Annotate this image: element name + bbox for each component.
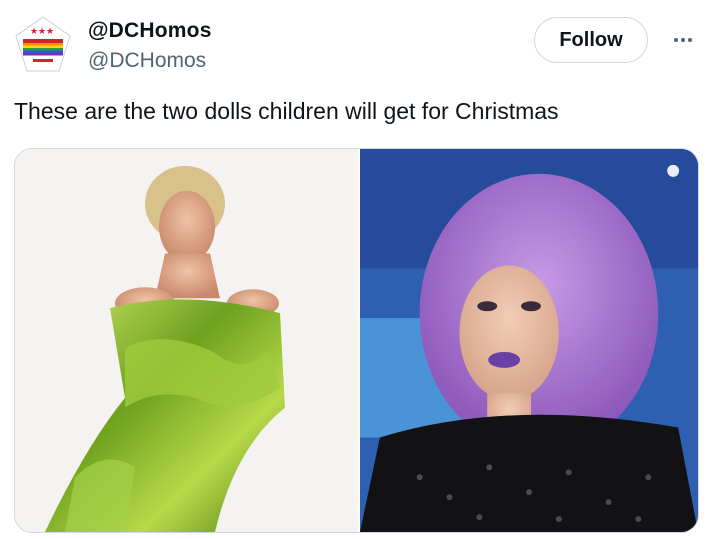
more-dot	[681, 38, 685, 42]
tweet-text: These are the two dolls children will ge…	[14, 98, 559, 124]
more-horizontal-icon	[674, 38, 678, 42]
author-handle[interactable]: @DCHomos	[88, 48, 212, 74]
follow-button[interactable]: Follow	[534, 17, 648, 63]
author-block[interactable]: @DCHomos @DCHomos	[88, 18, 212, 74]
more-dot	[688, 38, 692, 42]
avatar[interactable]: ★ ★ ★	[13, 14, 73, 74]
photo-purple-wig-portrait-illustration	[360, 149, 698, 532]
tweet: ★ ★ ★ @DCHomos @DCHomos Follow These are…	[0, 0, 710, 539]
svg-text:★: ★	[38, 27, 46, 37]
svg-text:★: ★	[30, 27, 38, 37]
photo-purple-wig-portrait[interactable]	[360, 149, 698, 532]
svg-text:★: ★	[46, 27, 54, 37]
media-grid[interactable]	[14, 148, 699, 533]
author-display-name[interactable]: @DCHomos	[88, 18, 212, 44]
photo-green-metallic-outfit[interactable]	[15, 149, 358, 532]
photo-green-metallic-outfit-illustration	[15, 149, 358, 532]
more-options-button[interactable]	[668, 30, 698, 50]
dc-flag-pride-logo-icon: ★ ★ ★	[15, 16, 71, 72]
